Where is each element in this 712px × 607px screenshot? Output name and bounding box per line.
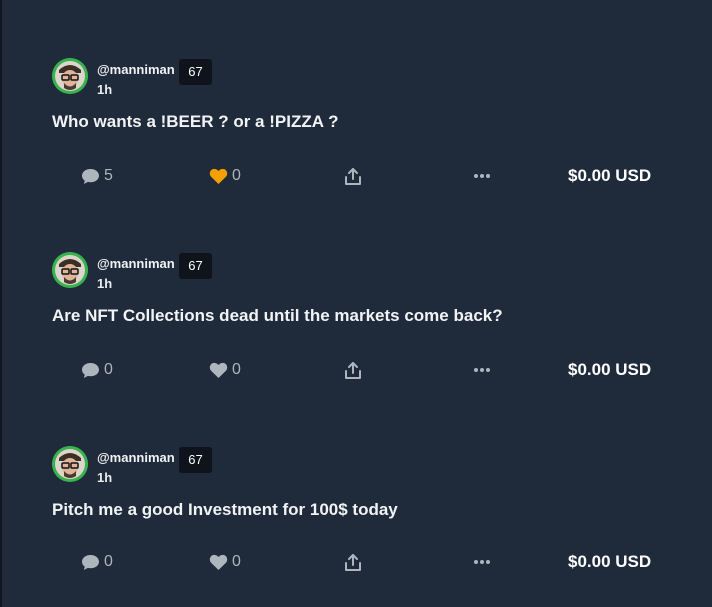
payout-value[interactable]: $0.00 USD xyxy=(568,164,651,188)
post-actions: 0 0 $0.00 USD xyxy=(0,358,712,382)
more-options-button[interactable] xyxy=(473,164,491,188)
post-card[interactable]: @manniman 67 1h Are NFT Collections dead… xyxy=(0,194,712,388)
share-icon xyxy=(345,361,361,379)
post-body[interactable]: Are NFT Collections dead until the marke… xyxy=(52,306,503,326)
like-button[interactable]: 0 xyxy=(209,164,241,188)
avatar[interactable] xyxy=(52,252,88,288)
post-body[interactable]: Who wants a !BEER ? or a !PIZZA ? xyxy=(52,112,339,132)
like-count: 0 xyxy=(232,167,241,184)
username-link[interactable]: @manniman xyxy=(97,256,175,271)
heart-icon xyxy=(209,554,228,570)
comment-button[interactable]: 0 xyxy=(81,358,113,382)
reputation-badge: 67 xyxy=(179,59,212,85)
like-button[interactable]: 0 xyxy=(209,550,241,574)
post-time: 1h xyxy=(97,276,113,291)
comment-icon xyxy=(82,362,99,378)
more-icon xyxy=(474,174,490,178)
comment-count: 0 xyxy=(104,361,113,378)
share-icon xyxy=(345,553,361,571)
post-actions: 0 0 $0.00 USD xyxy=(0,550,712,574)
post-body[interactable]: Pitch me a good Investment for 100$ toda… xyxy=(52,500,398,520)
comment-count: 0 xyxy=(104,553,113,570)
post-time: 1h xyxy=(97,82,113,97)
avatar[interactable] xyxy=(52,58,88,94)
payout-value[interactable]: $0.00 USD xyxy=(568,550,651,574)
share-button[interactable] xyxy=(344,358,362,382)
like-button[interactable]: 0 xyxy=(209,358,241,382)
payout-value[interactable]: $0.00 USD xyxy=(568,358,651,382)
comment-icon xyxy=(82,168,99,184)
avatar-image xyxy=(52,252,88,288)
share-button[interactable] xyxy=(344,550,362,574)
comment-icon xyxy=(82,554,99,570)
share-icon xyxy=(345,167,361,185)
share-button[interactable] xyxy=(344,164,362,188)
avatar-image xyxy=(52,58,88,94)
more-icon xyxy=(474,368,490,372)
like-count: 0 xyxy=(232,553,241,570)
username-link[interactable]: @manniman xyxy=(97,450,175,465)
reputation-badge: 67 xyxy=(179,253,212,279)
post-time: 1h xyxy=(97,470,113,485)
heart-icon xyxy=(209,168,228,184)
post-card[interactable]: @manniman 67 1h Who wants a !BEER ? or a… xyxy=(0,0,712,194)
heart-icon xyxy=(209,362,228,378)
comment-button[interactable]: 5 xyxy=(81,164,113,188)
more-options-button[interactable] xyxy=(473,358,491,382)
post-actions: 5 0 $0.00 USD xyxy=(0,164,712,188)
comment-count: 5 xyxy=(104,167,113,184)
avatar-image xyxy=(52,446,88,482)
like-count: 0 xyxy=(232,361,241,378)
comment-button[interactable]: 0 xyxy=(81,550,113,574)
username-link[interactable]: @manniman xyxy=(97,62,175,77)
avatar[interactable] xyxy=(52,446,88,482)
reputation-badge: 67 xyxy=(179,447,212,473)
more-options-button[interactable] xyxy=(473,550,491,574)
more-icon xyxy=(474,560,490,564)
post-card[interactable]: @manniman 67 1h Pitch me a good Investme… xyxy=(0,388,712,582)
